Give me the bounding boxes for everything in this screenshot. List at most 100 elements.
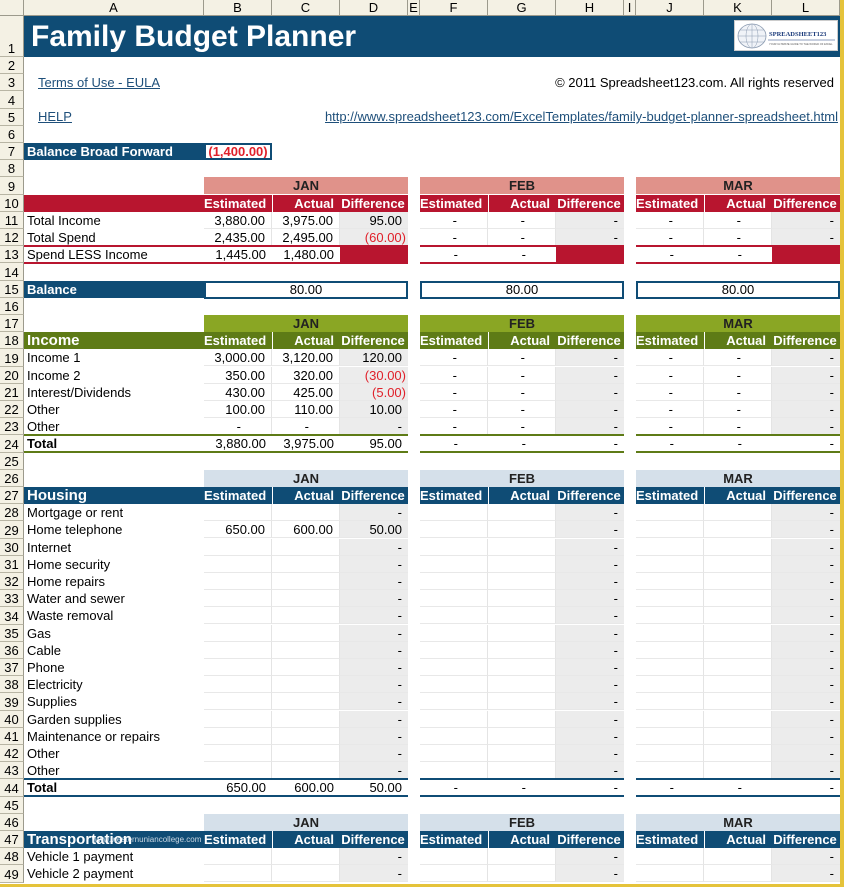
housing-actual-feb[interactable] <box>488 848 556 866</box>
housing-difference-mar[interactable]: - <box>772 641 840 659</box>
housing-difference-jan[interactable]: - <box>340 848 408 866</box>
housing-actual-mar[interactable] <box>704 762 772 780</box>
housing-difference-mar[interactable]: - <box>772 676 840 694</box>
income-difference-jan[interactable]: (5.00) <box>340 383 408 401</box>
housing-estimated-feb[interactable] <box>420 745 488 762</box>
housing-difference-feb[interactable]: - <box>556 607 624 625</box>
row-header-32[interactable]: 32 <box>0 573 24 591</box>
income-actual-feb[interactable]: - <box>488 418 556 436</box>
summary-difference-mar[interactable]: - <box>772 211 840 229</box>
housing-estimated-jan[interactable] <box>204 538 272 556</box>
summary-estimated-feb[interactable]: - <box>420 229 488 246</box>
housing-difference-jan[interactable]: - <box>340 538 408 556</box>
row-header-9[interactable]: 9 <box>0 177 24 195</box>
row-header-44[interactable]: 44 <box>0 779 24 797</box>
income-estimated-feb[interactable]: - <box>420 349 488 367</box>
housing-estimated-mar[interactable] <box>636 590 704 608</box>
help-link[interactable]: HELP <box>38 108 72 125</box>
income-estimated-feb[interactable]: - <box>420 418 488 436</box>
housing-actual-jan[interactable] <box>272 607 340 625</box>
spend-less-income-actual-feb[interactable]: - <box>488 247 556 263</box>
housing-actual-feb[interactable] <box>488 590 556 608</box>
income-estimated-mar[interactable]: - <box>636 418 704 436</box>
row-header-18[interactable]: 18 <box>0 332 24 350</box>
housing-actual-mar[interactable] <box>704 555 772 573</box>
housing-actual-mar[interactable] <box>704 865 772 883</box>
income-actual-mar[interactable]: - <box>704 349 772 367</box>
row-header-25[interactable]: 25 <box>0 452 24 470</box>
housing-estimated-mar[interactable] <box>636 641 704 659</box>
column-header-b[interactable]: B <box>204 0 272 16</box>
housing-actual-feb[interactable] <box>488 676 556 694</box>
row-header-2[interactable]: 2 <box>0 57 24 75</box>
row-header-6[interactable]: 6 <box>0 125 24 143</box>
income-difference-jan[interactable]: (30.00) <box>340 366 408 384</box>
housing-actual-jan[interactable] <box>272 590 340 608</box>
housing-actual-jan[interactable]: 600.00 <box>272 521 340 539</box>
housing-estimated-mar[interactable] <box>636 624 704 642</box>
row-header-1[interactable]: 1 <box>0 16 24 57</box>
housing-difference-feb[interactable]: - <box>556 676 624 694</box>
housing-difference-feb[interactable]: - <box>556 659 624 676</box>
row-header-46[interactable]: 46 <box>0 813 24 831</box>
income-difference-mar[interactable]: - <box>772 401 840 418</box>
row-header-41[interactable]: 41 <box>0 727 24 745</box>
housing-estimated-mar[interactable] <box>636 555 704 573</box>
spend-less-income-difference-jan[interactable] <box>340 247 408 263</box>
income-difference-mar[interactable]: - <box>772 418 840 436</box>
income-actual-jan[interactable]: 110.00 <box>272 401 340 418</box>
row-header-34[interactable]: 34 <box>0 607 24 625</box>
housing-estimated-mar[interactable] <box>636 607 704 625</box>
housing-difference-jan[interactable]: - <box>340 745 408 762</box>
income-estimated-jan[interactable]: 3,000.00 <box>204 349 272 367</box>
housing-difference-mar[interactable]: - <box>772 538 840 556</box>
housing-actual-feb[interactable] <box>488 762 556 780</box>
spend-less-income-estimated-mar[interactable]: - <box>636 247 704 263</box>
income-difference-jan[interactable]: 10.00 <box>340 401 408 418</box>
housing-total-difference-feb[interactable]: - <box>556 780 624 795</box>
housing-difference-feb[interactable]: - <box>556 504 624 522</box>
income-actual-mar[interactable]: - <box>704 383 772 401</box>
housing-difference-jan[interactable]: - <box>340 573 408 590</box>
housing-estimated-mar[interactable] <box>636 693 704 711</box>
income-total-actual-jan[interactable]: 3,975.00 <box>272 436 340 451</box>
housing-actual-feb[interactable] <box>488 693 556 711</box>
housing-difference-jan[interactable]: - <box>340 641 408 659</box>
housing-actual-mar[interactable] <box>704 659 772 676</box>
row-header-48[interactable]: 48 <box>0 848 24 866</box>
housing-actual-jan[interactable] <box>272 762 340 780</box>
housing-estimated-mar[interactable] <box>636 676 704 694</box>
terms-of-use-link[interactable]: Terms of Use - EULA <box>38 74 160 91</box>
housing-difference-feb[interactable]: - <box>556 865 624 883</box>
row-header-36[interactable]: 36 <box>0 641 24 659</box>
row-header-37[interactable]: 37 <box>0 659 24 677</box>
row-header-24[interactable]: 24 <box>0 435 24 453</box>
housing-actual-mar[interactable] <box>704 676 772 694</box>
housing-actual-jan[interactable] <box>272 641 340 659</box>
spend-less-income-actual-mar[interactable]: - <box>704 247 772 263</box>
housing-estimated-jan[interactable] <box>204 504 272 522</box>
housing-difference-feb[interactable]: - <box>556 555 624 573</box>
row-header-14[interactable]: 14 <box>0 263 24 281</box>
housing-actual-feb[interactable] <box>488 710 556 728</box>
housing-estimated-jan[interactable] <box>204 676 272 694</box>
housing-actual-mar[interactable] <box>704 745 772 762</box>
housing-difference-mar[interactable]: - <box>772 607 840 625</box>
housing-estimated-feb[interactable] <box>420 624 488 642</box>
housing-estimated-feb[interactable] <box>420 607 488 625</box>
row-header-10[interactable]: 10 <box>0 194 24 212</box>
housing-estimated-jan[interactable] <box>204 573 272 590</box>
housing-difference-mar[interactable]: - <box>772 624 840 642</box>
summary-actual-mar[interactable]: - <box>704 229 772 246</box>
income-estimated-mar[interactable]: - <box>636 401 704 418</box>
housing-actual-jan[interactable] <box>272 624 340 642</box>
housing-difference-mar[interactable]: - <box>772 573 840 590</box>
housing-difference-feb[interactable]: - <box>556 848 624 866</box>
summary-actual-jan[interactable]: 2,495.00 <box>272 229 340 246</box>
spend-less-income-actual-jan[interactable]: 1,480.00 <box>272 247 340 263</box>
housing-difference-feb[interactable]: - <box>556 693 624 711</box>
row-header-20[interactable]: 20 <box>0 366 24 384</box>
housing-estimated-jan[interactable] <box>204 865 272 883</box>
housing-estimated-feb[interactable] <box>420 727 488 745</box>
housing-estimated-jan[interactable] <box>204 590 272 608</box>
